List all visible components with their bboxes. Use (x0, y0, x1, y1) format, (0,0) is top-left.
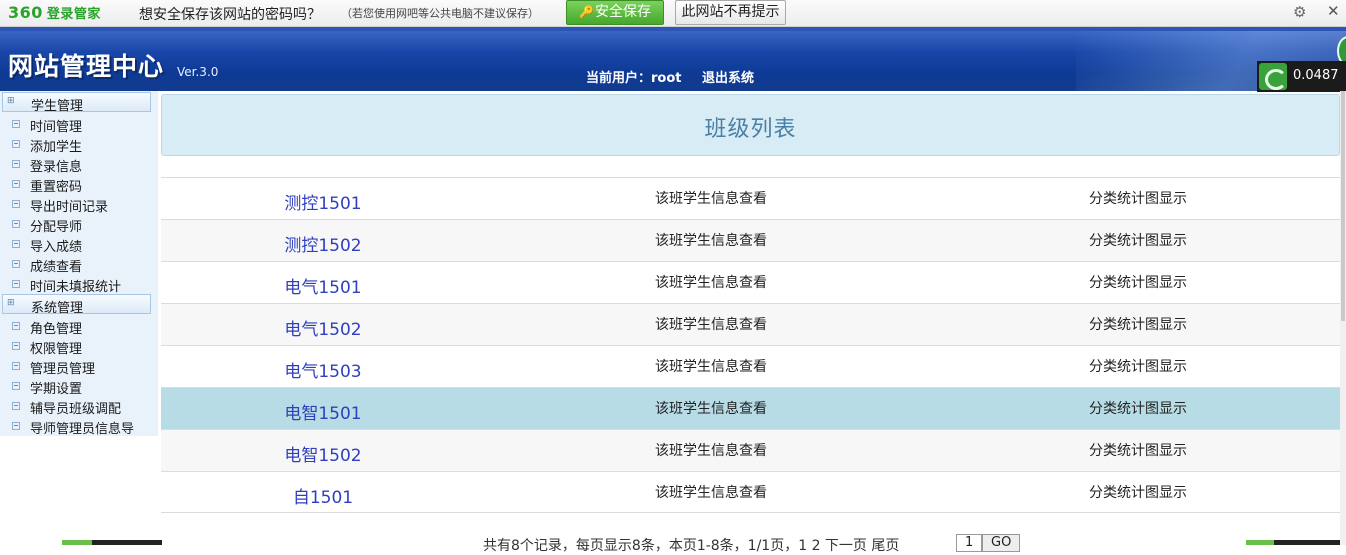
class-link[interactable]: 电气1502 (161, 315, 485, 340)
sidebar-item-add-student[interactable]: 添加学生 (0, 134, 158, 155)
tree-node-icon (12, 160, 20, 168)
tree-node-icon (12, 342, 20, 350)
sidebar-group-student[interactable]: ⊞ 学生管理 (2, 92, 151, 114)
sidebar-item-reset-password[interactable]: 重置密码 (0, 174, 158, 195)
student-info-link[interactable]: 该班学生信息查看 (655, 272, 767, 292)
student-info-link[interactable]: 该班学生信息查看 (655, 230, 767, 250)
stats-chart-link[interactable]: 分类统计图显示 (1089, 272, 1187, 292)
table-row: 测控1502 该班学生信息查看 分类统计图显示 (161, 219, 1340, 261)
expand-icon: ⊞ (7, 96, 15, 106)
stats-chart-link[interactable]: 分类统计图显示 (1089, 314, 1187, 334)
sidebar-item-export-time[interactable]: 导出时间记录 (0, 194, 158, 215)
sidebar-item-roles[interactable]: 角色管理 (0, 316, 158, 337)
student-info-link[interactable]: 该班学生信息查看 (655, 356, 767, 376)
table-row: 电气1502 该班学生信息查看 分类统计图显示 (161, 303, 1340, 345)
current-user: 当前用户：root (586, 71, 682, 86)
vertical-scrollbar[interactable] (1340, 91, 1346, 545)
table-row: 测控1501 该班学生信息查看 分类统计图显示 (161, 177, 1340, 219)
tree-node-icon (12, 260, 20, 268)
footer-decoration-left (62, 540, 162, 545)
class-link[interactable]: 电气1501 (161, 273, 485, 298)
class-link[interactable]: 测控1502 (161, 231, 485, 256)
stats-chart-link[interactable]: 分类统计图显示 (1089, 356, 1187, 376)
table-row: 电智1502 该班学生信息查看 分类统计图显示 (161, 429, 1340, 471)
class-link[interactable]: 电智1501 (161, 399, 485, 424)
scrollbar-thumb[interactable] (1341, 91, 1345, 321)
never-prompt-button[interactable]: 此网站不再提示 (675, 0, 786, 25)
tree-node-icon (12, 120, 20, 128)
sidebar-item-semester[interactable]: 学期设置 (0, 376, 158, 397)
sidebar-item-admins[interactable]: 管理员管理 (0, 356, 158, 377)
class-link[interactable]: 自1501 (161, 483, 485, 508)
secure-save-button[interactable]: 🔑安全保存 (566, 0, 664, 25)
360-logo: 360 登录管家 (8, 3, 101, 22)
version-label: Ver.3.0 (177, 65, 219, 79)
sidebar: ⊞ 学生管理 时间管理 添加学生 登录信息 重置密码 导出时间记录 分配导师 导… (0, 91, 158, 437)
password-save-bar: 360 登录管家 想安全保存该网站的密码吗？ （若您使用网吧等公共电脑不建议保存）… (0, 0, 1346, 27)
sidebar-item-assign-tutor[interactable]: 分配导师 (0, 214, 158, 235)
table-row: 电气1503 该班学生信息查看 分类统计图显示 (161, 345, 1340, 387)
tree-node-icon (12, 402, 20, 410)
site-title: 网站管理中心 (8, 52, 165, 81)
class-link[interactable]: 电气1503 (161, 357, 485, 382)
student-info-link[interactable]: 该班学生信息查看 (655, 482, 767, 502)
tree-node-icon (12, 140, 20, 148)
stats-chart-link[interactable]: 分类统计图显示 (1089, 482, 1187, 502)
tree-node-icon (12, 200, 20, 208)
table-row: 自1501 该班学生信息查看 分类统计图显示 (161, 471, 1340, 513)
close-icon[interactable]: ✕ (1327, 2, 1340, 20)
main-content: 班级列表 测控1501 该班学生信息查看 分类统计图显示 测控1502 该班学生… (161, 91, 1340, 545)
tree-node-icon (12, 280, 20, 288)
logout-link[interactable]: 退出系统 (702, 67, 754, 86)
student-info-link[interactable]: 该班学生信息查看 (655, 398, 767, 418)
sidebar-item-view-grades[interactable]: 成绩查看 (0, 254, 158, 275)
sidebar-item-login-info[interactable]: 登录信息 (0, 154, 158, 175)
student-info-link[interactable]: 该班学生信息查看 (655, 188, 767, 208)
footer-decoration-right (1246, 540, 1340, 545)
tree-node-icon (12, 322, 20, 330)
site-header: 网站管理中心 Ver.3.0 当前用户：root 退出系统 (0, 27, 1346, 91)
gear-icon[interactable]: ⚙ (1293, 3, 1306, 21)
student-info-link[interactable]: 该班学生信息查看 (655, 440, 767, 460)
tree-node-icon (12, 240, 20, 248)
save-password-question: 想安全保存该网站的密码吗？ (139, 7, 321, 23)
public-computer-hint: （若您使用网吧等公共电脑不建议保存） (341, 7, 539, 20)
sidebar-item-counselor-class[interactable]: 辅导员班级调配 (0, 396, 158, 417)
table-row: 电气1501 该班学生信息查看 分类统计图显示 (161, 261, 1340, 303)
key-icon: 🔑 (579, 5, 594, 19)
page-title-box: 班级列表 (161, 94, 1340, 156)
expand-icon: ⊞ (7, 298, 15, 308)
table-row-highlighted: 电智1501 该班学生信息查看 分类统计图显示 (161, 387, 1340, 429)
tree-node-icon (12, 382, 20, 390)
go-button[interactable]: GO (982, 534, 1020, 552)
sidebar-item-time-manage[interactable]: 时间管理 (0, 114, 158, 135)
tree-node-icon (12, 180, 20, 188)
network-speed-value: 0.0487 (1293, 68, 1339, 83)
stats-chart-link[interactable]: 分类统计图显示 (1089, 230, 1187, 250)
sidebar-group-system[interactable]: ⊞ 系统管理 (2, 294, 151, 316)
tree-node-icon (12, 220, 20, 228)
stats-chart-link[interactable]: 分类统计图显示 (1089, 440, 1187, 460)
sidebar-item-tutor-admin-info[interactable]: 导师管理员信息导 (0, 416, 158, 437)
page-title: 班级列表 (704, 117, 797, 142)
tree-node-icon (12, 362, 20, 370)
stats-chart-link[interactable]: 分类统计图显示 (1089, 188, 1187, 208)
stats-chart-link[interactable]: 分类统计图显示 (1089, 398, 1187, 418)
class-link[interactable]: 测控1501 (161, 189, 485, 214)
pagination-info: 共有8个记录，每页显示8条，本页1-8条，1/1页，1 2 下一页 尾页 (483, 538, 900, 554)
student-info-link[interactable]: 该班学生信息查看 (655, 314, 767, 334)
sidebar-item-unfilled-stats[interactable]: 时间未填报统计 (0, 274, 158, 295)
page-number-input[interactable]: 1 (956, 534, 982, 552)
class-link[interactable]: 电智1502 (161, 441, 485, 466)
sidebar-item-import-grades[interactable]: 导入成绩 (0, 234, 158, 255)
network-icon (1259, 63, 1287, 90)
sidebar-item-permissions[interactable]: 权限管理 (0, 336, 158, 357)
tree-node-icon (12, 422, 20, 430)
network-speed-widget[interactable]: 0.0487 (1257, 61, 1346, 92)
